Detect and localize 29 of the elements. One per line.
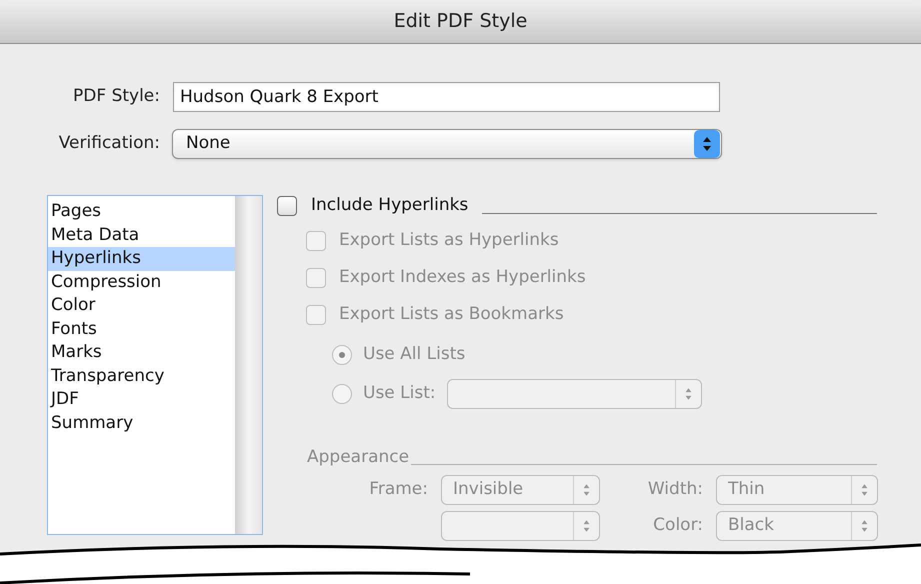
field-label: Frame: [368,478,429,502]
sidebar-item[interactable]: Color [48,294,236,318]
field-label: Color: [652,514,704,538]
checkbox-label: Export Lists as Hyperlinks [339,229,559,252]
sidebar-item[interactable]: Compression [48,270,236,294]
sidebar-item[interactable]: Fonts [48,318,236,341]
sidebar-item[interactable]: Marks [48,341,236,364]
sidebar-item[interactable]: Summary [48,412,236,435]
field-label: PDF Style: [72,85,160,108]
sidebar-item[interactable]: Pages [48,200,236,224]
checkbox-label: Export Lists as Bookmarks [339,303,564,326]
field-label: Width: [646,478,704,502]
style-popup[interactable] [441,511,600,541]
radio-label: Use All Lists [363,342,466,366]
list-popup[interactable] [446,378,702,408]
verification-popup[interactable]: None [172,129,722,159]
checkbox-label: Export Indexes as Hyperlinks [339,266,586,290]
checkbox-label: Include Hyperlinks [311,194,468,218]
checkbox[interactable] [277,196,297,216]
stepper-icon [694,130,720,158]
pdf-style-field[interactable]: Hudson Quark 8 Export [173,82,720,112]
sidebar-item[interactable]: Hyperlinks [48,247,236,270]
window-title: Edit PDF Style [394,9,528,34]
section-title: Appearance [307,446,410,470]
sidebar-item[interactable]: JDF [48,388,236,412]
radio-label: Use List: [363,382,436,405]
field-label: Verification: [58,132,160,156]
sidebar-item[interactable]: Meta Data [48,224,236,247]
sidebar-item[interactable]: Transparency [48,364,236,388]
